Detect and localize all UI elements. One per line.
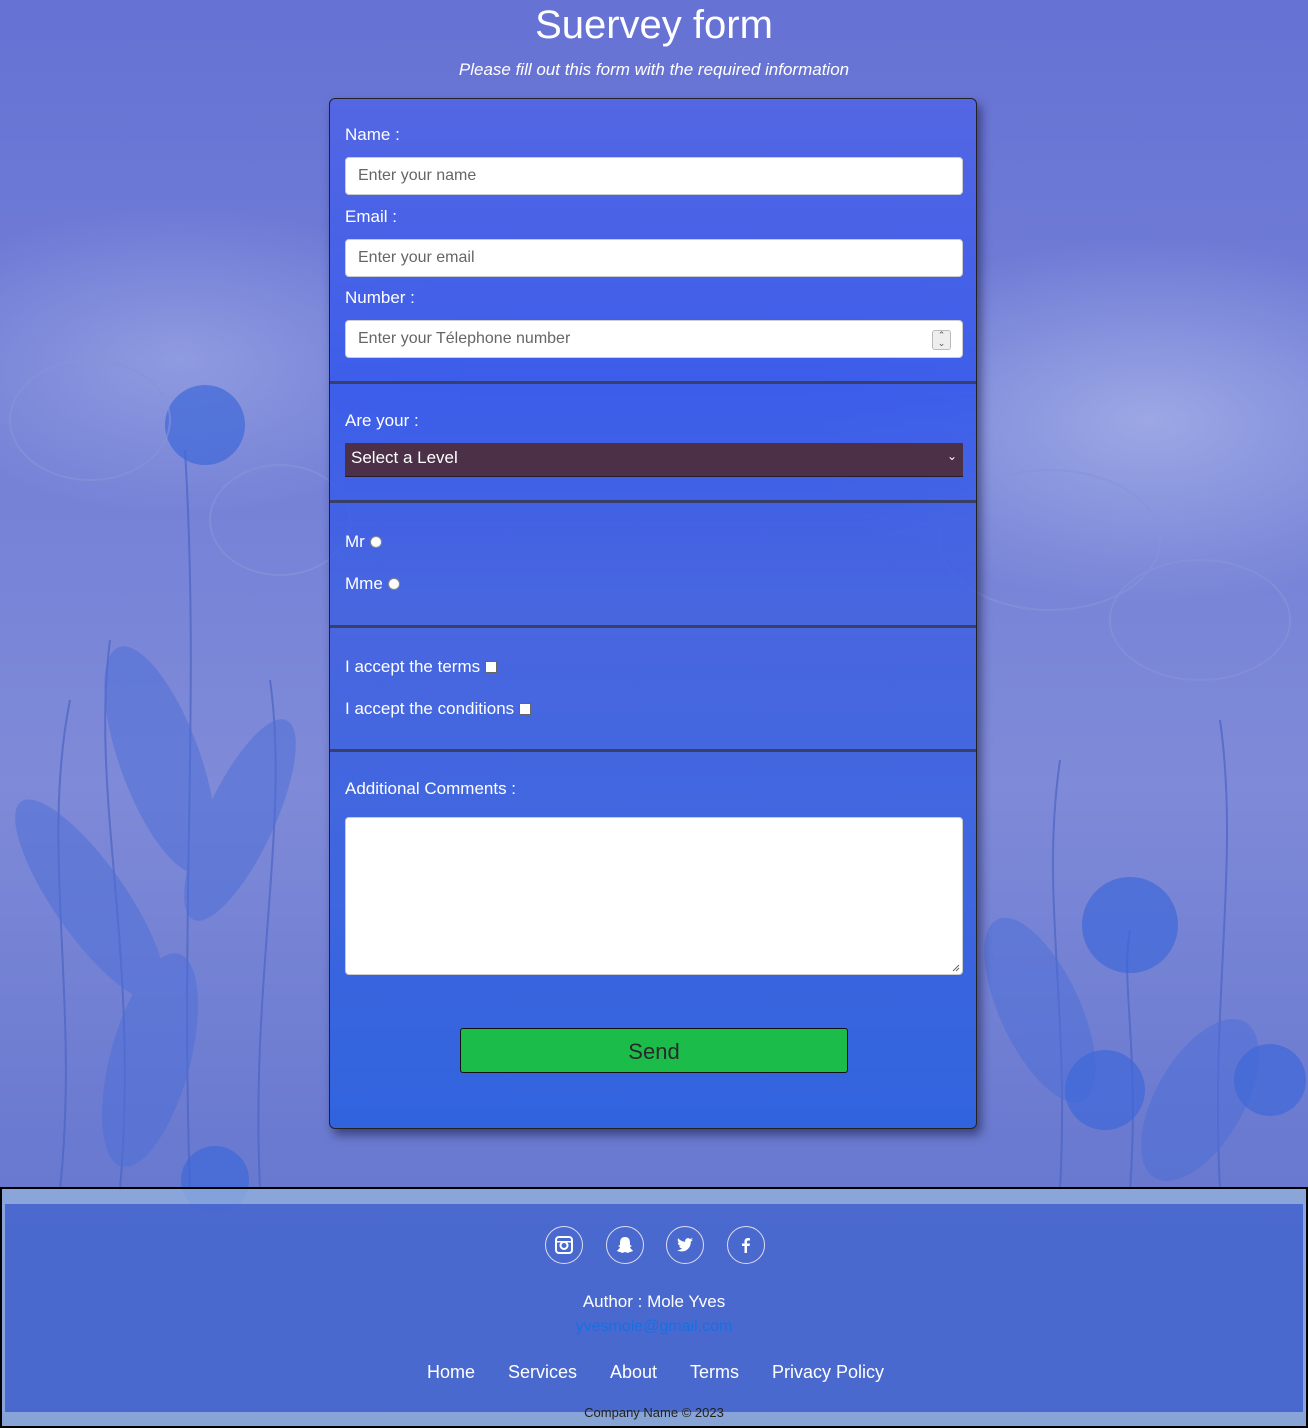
snapchat-icon[interactable] xyxy=(606,1226,644,1264)
section-divider xyxy=(330,625,976,628)
number-field: ⌃⌄ xyxy=(345,320,963,358)
radio-mme[interactable] xyxy=(387,577,400,590)
conditions-checkbox[interactable] xyxy=(519,702,532,715)
footer-link-services[interactable]: Services xyxy=(508,1362,577,1383)
instagram-icon[interactable] xyxy=(545,1226,583,1264)
page-subtitle: Please fill out this form with the requi… xyxy=(458,60,850,79)
send-button[interactable]: Send xyxy=(460,1028,848,1073)
radio-label-mr: Mr xyxy=(345,532,365,551)
copyright-text: Company Name © 2023 xyxy=(584,1405,724,1420)
footer-link-privacy-policy[interactable]: Privacy Policy xyxy=(772,1362,884,1383)
comments-textarea[interactable] xyxy=(345,817,963,975)
number-input[interactable] xyxy=(345,320,963,358)
author-email-link[interactable]: yvesmole@gmail.com xyxy=(5,1318,1303,1336)
site-footer: Author : Mole Yves yvesmole@gmail.com Ho… xyxy=(0,1187,1308,1428)
facebook-icon[interactable] xyxy=(727,1226,765,1264)
author-text: Author : Mole Yves xyxy=(582,1292,726,1311)
radio-option-mme: Mme xyxy=(345,574,400,594)
radio-mr[interactable] xyxy=(369,535,382,548)
checkbox-label-terms: I accept the terms xyxy=(345,657,481,676)
chevron-down-icon: ⌄ xyxy=(946,449,957,463)
checkbox-option-terms: I accept the terms xyxy=(345,657,498,677)
name-label: Name : xyxy=(345,125,400,144)
section-divider xyxy=(330,500,976,503)
level-select-value: Select a Level xyxy=(351,448,458,467)
section-divider xyxy=(330,381,976,384)
twitter-icon[interactable] xyxy=(666,1226,704,1264)
radio-option-mr: Mr xyxy=(345,532,382,552)
checkbox-option-conditions: I accept the conditions xyxy=(345,699,532,719)
email-label: Email : xyxy=(345,207,397,226)
footer-link-terms[interactable]: Terms xyxy=(690,1362,739,1383)
page-title: Suervey form xyxy=(535,3,773,47)
footer-link-home[interactable]: Home xyxy=(427,1362,475,1383)
level-select[interactable]: Select a Level ⌄ xyxy=(345,443,963,477)
name-input[interactable] xyxy=(345,157,963,195)
survey-form: Name : Email : Number : ⌃⌄ Are your : Se… xyxy=(329,98,977,1129)
comments-label: Additional Comments : xyxy=(345,779,517,798)
radio-label-mme: Mme xyxy=(345,574,383,593)
terms-checkbox[interactable] xyxy=(485,660,498,673)
number-label: Number : xyxy=(345,288,415,307)
footer-panel: Author : Mole Yves yvesmole@gmail.com Ho… xyxy=(5,1204,1303,1420)
footer-link-about[interactable]: About xyxy=(610,1362,657,1383)
checkbox-label-conditions: I accept the conditions xyxy=(345,699,515,718)
email-input[interactable] xyxy=(345,239,963,277)
level-label: Are your : xyxy=(345,411,419,430)
section-divider xyxy=(330,749,976,752)
number-spinner[interactable]: ⌃ ⌄ xyxy=(932,330,951,350)
resize-grip-icon[interactable] xyxy=(952,964,960,972)
